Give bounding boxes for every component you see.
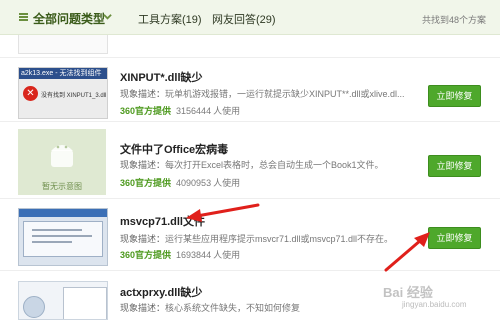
desc-text: 玩单机游戏报错，一运行就提示缺少XINPUT**.dll或xlive.dl... <box>165 89 405 99</box>
result-title[interactable]: actxprxy.dll缺少 <box>120 284 202 300</box>
thumbnail: 暂无示意图 <box>18 129 106 195</box>
chevron-down-icon[interactable] <box>103 12 112 21</box>
watermark-url: jingyan.baidu.com <box>402 300 467 309</box>
thumbnail-caption: a2k13.exe - 无法找到组件 <box>21 70 102 77</box>
thumbnail <box>18 281 108 320</box>
desc-label: 现象描述： <box>120 160 166 170</box>
list-item: a2k13.exe - 无法找到组件 ✕ 没有找到 XINPUT1_3.dll … <box>0 58 500 122</box>
source-label: 360官方提供 <box>120 106 172 116</box>
result-desc: 现象描述：每次打开Excel表格时，总会自动生成一个Book1文件。 <box>120 158 384 171</box>
tab-tool-solutions[interactable]: 工具方案(19) <box>138 11 202 27</box>
desc-text: 运行某些应用程序提示msvcr71.dll或msvcp71.dll不存在。 <box>165 234 394 244</box>
list-item: msvcp71.dll文件 现象描述：运行某些应用程序提示msvcr71.dll… <box>0 203 500 271</box>
fix-now-button[interactable]: 立即修复 <box>428 155 481 177</box>
desc-text: 每次打开Excel表格时，总会自动生成一个Book1文件。 <box>165 160 384 170</box>
filter-bar: 全部问题类型 工具方案(19) 网友回答(29) 共找到48个方案 <box>0 0 500 35</box>
result-title[interactable]: XINPUT*.dll缺少 <box>120 69 203 85</box>
result-desc: 现象描述：运行某些应用程序提示msvcr71.dll或msvcp71.dll不存… <box>120 232 393 245</box>
thumbnail-text-line <box>32 235 92 237</box>
desc-text: 核心系统文件缺失，不知如何修复 <box>165 303 301 313</box>
usage-suffix: 人使用 <box>213 106 241 116</box>
category-filter-label[interactable]: 全部问题类型 <box>33 10 105 27</box>
list-item-partial <box>0 35 500 58</box>
source-label: 360官方提供 <box>120 250 172 260</box>
thumbnail <box>18 35 108 54</box>
usage-count: 1693844 <box>176 250 212 260</box>
usage-count: 4090953 <box>176 178 212 188</box>
list-icon <box>19 13 28 21</box>
thumbnail-titlebar <box>19 209 107 217</box>
usage-suffix: 人使用 <box>213 250 241 260</box>
desc-label: 现象描述： <box>120 234 166 244</box>
thumbnail-text-line <box>32 241 72 243</box>
fix-now-button[interactable]: 立即修复 <box>428 227 481 249</box>
thumbnail-text-line <box>32 229 82 231</box>
result-desc: 现象描述：核心系统文件缺失，不知如何修复 <box>120 301 300 314</box>
desc-label: 现象描述： <box>120 89 166 99</box>
result-title[interactable]: msvcp71.dll文件 <box>120 213 205 229</box>
android-placeholder-icon <box>51 145 73 167</box>
thumbnail-dialog <box>23 221 103 257</box>
result-meta: 360官方提供 4090953 人使用 <box>120 176 240 189</box>
result-meta: 360官方提供 1693844 人使用 <box>120 248 240 261</box>
result-desc: 现象描述：玩单机游戏报错，一运行就提示缺少XINPUT**.dll或xlive.… <box>120 87 405 100</box>
thumbnail <box>18 208 108 266</box>
file-icon <box>23 296 45 318</box>
thumbnail-message: 没有找到 XINPUT1_3.dll <box>41 93 107 99</box>
desc-label: 现象描述： <box>120 303 166 313</box>
result-title[interactable]: 文件中了Office宏病毒 <box>120 141 228 157</box>
thumbnail-titlebar: a2k13.exe - 无法找到组件 <box>19 68 107 79</box>
total-count: 共找到48个方案 <box>421 15 486 25</box>
list-item: 暂无示意图 文件中了Office宏病毒 现象描述：每次打开Excel表格时，总会… <box>0 123 500 199</box>
placeholder-caption: 暂无示意图 <box>42 182 82 191</box>
result-meta: 360官方提供 3156444 人使用 <box>120 104 240 117</box>
usage-count: 3156444 <box>176 106 212 116</box>
thumbnail: a2k13.exe - 无法找到组件 ✕ 没有找到 XINPUT1_3.dll <box>18 67 108 119</box>
fix-now-button[interactable]: 立即修复 <box>428 85 481 107</box>
source-label: 360官方提供 <box>120 178 172 188</box>
tab-user-answers[interactable]: 网友回答(29) <box>212 11 276 27</box>
watermark: Bai 经验 <box>383 285 433 300</box>
thumbnail-window <box>63 287 107 319</box>
error-icon: ✕ <box>23 86 38 101</box>
usage-suffix: 人使用 <box>213 178 241 188</box>
